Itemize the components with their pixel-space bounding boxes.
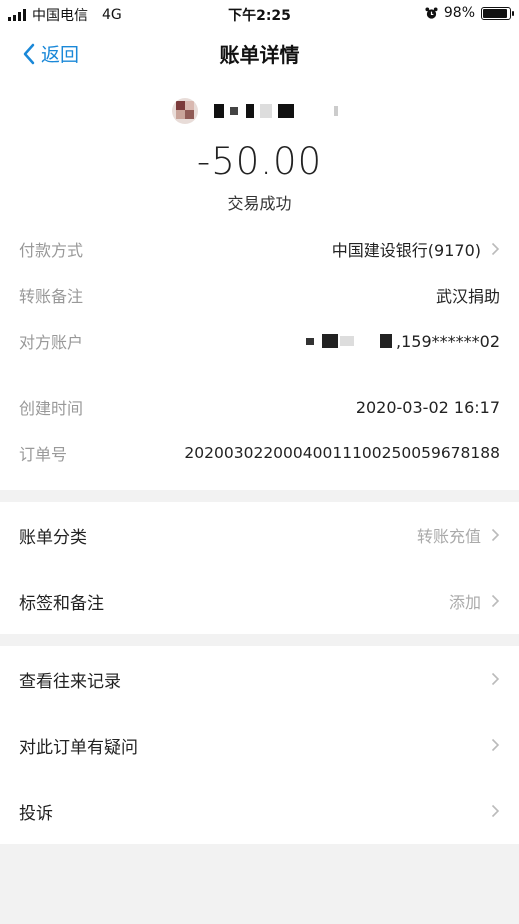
chevron-right-icon [491, 242, 500, 256]
history-row[interactable]: 查看往来记录 [0, 646, 519, 712]
battery-percent: 98% [443, 5, 475, 21]
nav-bar: 返回 账单详情 [0, 28, 519, 78]
order-number-label: 订单号 [19, 445, 68, 464]
chevron-right-icon [491, 672, 500, 686]
payment-method-value: 中国建设银行(9170) [331, 241, 481, 260]
counterparty-label: 对方账户 [19, 333, 84, 352]
counterparty-row: 对方账户 ,159******02 [19, 318, 500, 364]
chevron-right-icon [491, 738, 500, 752]
created-time-row: 创建时间 2020-03-02 16:17 [19, 384, 500, 430]
avatar [172, 98, 198, 124]
help-section: 查看往来记录 对此订单有疑问 投诉 [0, 646, 519, 844]
payment-method-row[interactable]: 付款方式 中国建设银行(9170) [19, 226, 500, 272]
transaction-summary: -50.00 交易成功 [0, 78, 519, 226]
battery-icon [481, 6, 514, 20]
chevron-right-icon [491, 594, 500, 608]
payee-name-mosaic [214, 101, 338, 121]
status-right: 98% [425, 5, 514, 21]
complaint-label: 投诉 [19, 803, 53, 824]
bill-category-label: 账单分类 [19, 527, 87, 548]
bill-category-row[interactable]: 账单分类 转账充值 [0, 502, 519, 568]
payment-method-label: 付款方式 [19, 241, 84, 260]
created-time-value: 2020-03-02 16:17 [355, 397, 500, 417]
bill-options-section: 账单分类 转账充值 标签和备注 添加 [0, 502, 519, 634]
chevron-right-icon [491, 528, 500, 542]
transaction-amount: -50.00 [196, 140, 323, 183]
transaction-details: 付款方式 中国建设银行(9170) 转账备注 武汉捐助 对方账户 ,159***… [0, 226, 519, 490]
payee [172, 98, 338, 124]
remark-row: 转账备注 武汉捐助 [19, 272, 500, 318]
tags-notes-value: 添加 [448, 593, 481, 612]
bill-category-value: 转账充值 [416, 527, 481, 546]
account-name-mosaic [306, 334, 393, 348]
history-label: 查看往来记录 [19, 671, 121, 692]
transaction-status: 交易成功 [227, 194, 292, 213]
remark-label: 转账备注 [19, 287, 84, 306]
tags-notes-row[interactable]: 标签和备注 添加 [0, 568, 519, 634]
created-time-label: 创建时间 [19, 399, 84, 418]
remark-value: 武汉捐助 [435, 287, 500, 306]
counterparty-value: ,159******02 [396, 331, 500, 351]
battery-fill [483, 8, 507, 18]
order-question-label: 对此订单有疑问 [19, 737, 138, 758]
status-bar: 中国电信 4G 下午2:25 98% [0, 0, 519, 28]
order-question-row[interactable]: 对此订单有疑问 [0, 712, 519, 778]
page-title: 账单详情 [219, 43, 300, 67]
complaint-row[interactable]: 投诉 [0, 778, 519, 844]
tags-notes-label: 标签和备注 [19, 593, 104, 614]
order-number-row: 订单号 20200302200040011100250059678188 [19, 430, 500, 476]
order-number-value: 20200302200040011100250059678188 [184, 444, 500, 462]
alarm-clock-icon [425, 6, 438, 19]
chevron-right-icon [491, 804, 500, 818]
